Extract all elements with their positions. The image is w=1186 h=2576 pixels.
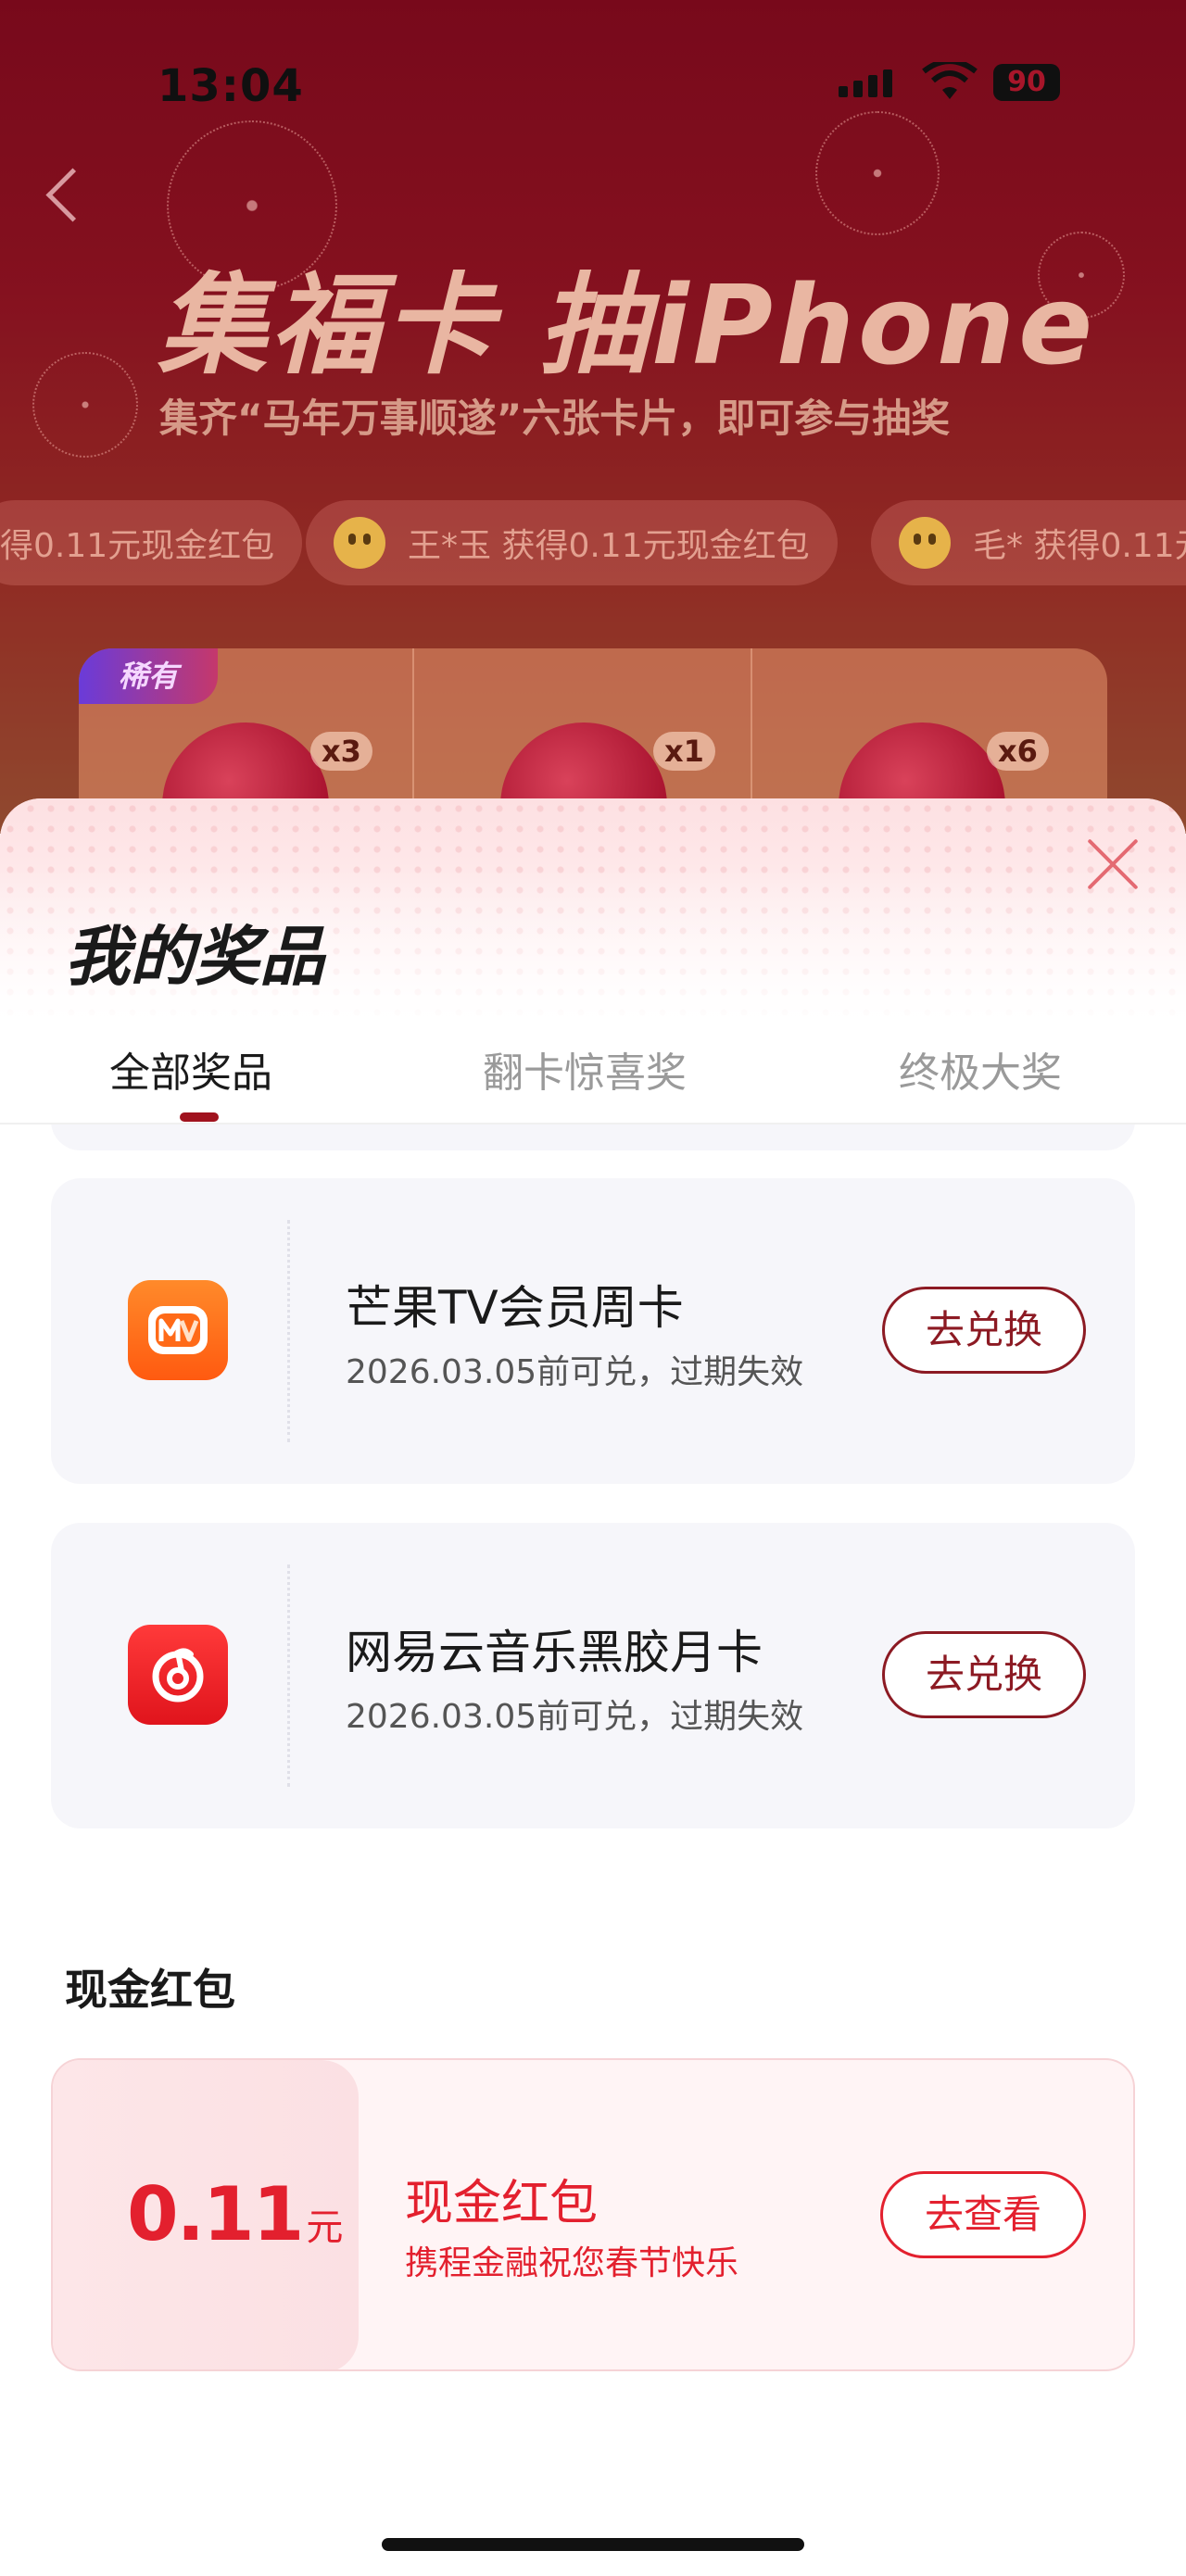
home-indicator[interactable] xyxy=(382,2538,804,2551)
avatar-emoji-icon xyxy=(899,517,951,569)
firework-decoration xyxy=(32,352,138,458)
prize-list[interactable]: 芒果TV会员周卡 2026.03.05前可兑，过期失效 去兑换 网易云音乐黑胶月… xyxy=(0,1123,1186,2576)
hero-subtitle: 集齐“马年万事顺遂”六张卡片，即可参与抽奖 xyxy=(159,396,951,441)
signal-icon xyxy=(839,69,892,97)
status-bar: 13:04 90 xyxy=(0,51,1186,125)
view-button[interactable]: 去查看 xyxy=(880,2171,1086,2258)
card-count: x3 xyxy=(310,732,372,771)
ticker-item: 王*玉 获得0.11元现金红包 xyxy=(306,500,838,585)
status-time: 13:04 xyxy=(158,60,304,112)
prize-name: 网易云音乐黑胶月卡 xyxy=(346,1626,763,1679)
close-icon[interactable] xyxy=(1084,836,1142,893)
campaign-background: 13:04 90 集福卡 抽iPhone 集齐“马年万事顺遂”六张卡片，即可参与… xyxy=(0,0,1186,834)
prize-expiry: 2026.03.05前可兑，过期失效 xyxy=(346,1698,804,1736)
sheet-title: 我的奖品 xyxy=(65,919,324,995)
prize-tabs: 全部奖品 翻卡惊喜奖 终极大奖 xyxy=(0,1021,1186,1125)
card-count: x1 xyxy=(653,732,715,771)
cash-amount: 0.11 元 xyxy=(127,2171,343,2257)
firework-decoration xyxy=(815,111,940,235)
wifi-icon xyxy=(922,62,978,99)
cash-red-packet-card: 0.11 元 现金红包 携程金融祝您春节快乐 去查看 xyxy=(51,2058,1135,2371)
rare-badge: 稀有 xyxy=(79,648,218,704)
avatar-emoji-icon xyxy=(334,517,385,569)
redeem-button[interactable]: 去兑换 xyxy=(882,1287,1086,1374)
prize-card: 网易云音乐黑胶月卡 2026.03.05前可兑，过期失效 去兑换 xyxy=(51,1523,1135,1828)
ticker-item: 毛* 获得0.11元 xyxy=(871,500,1186,585)
prize-expiry: 2026.03.05前可兑，过期失效 xyxy=(346,1353,804,1391)
cash-section-label: 现金红包 xyxy=(65,1965,235,2015)
battery-icon: 90 xyxy=(993,64,1060,101)
ticker-item: 得0.11元现金红包 xyxy=(0,500,303,585)
tab-flip-card-surprise[interactable]: 翻卡惊喜奖 xyxy=(483,1039,687,1099)
netease-music-icon xyxy=(128,1625,228,1725)
prize-card xyxy=(51,1123,1135,1150)
tab-grand-prize[interactable]: 终极大奖 xyxy=(899,1039,1062,1099)
hero-title: 集福卡 抽iPhone xyxy=(158,261,1097,389)
card-count: x6 xyxy=(987,732,1049,771)
winner-ticker: 得0.11元现金红包 王*玉 获得0.11元现金红包 毛* 获得0.11元 xyxy=(0,500,1186,585)
redeem-button[interactable]: 去兑换 xyxy=(882,1631,1086,1718)
prize-card: 芒果TV会员周卡 2026.03.05前可兑，过期失效 去兑换 xyxy=(51,1178,1135,1484)
mango-tv-icon xyxy=(128,1280,228,1380)
cash-title: 现金红包 xyxy=(405,2176,599,2231)
cash-subtitle: 携程金融祝您春节快乐 xyxy=(405,2244,739,2282)
prize-name: 芒果TV会员周卡 xyxy=(346,1281,684,1335)
my-prizes-sheet: 我的奖品 全部奖品 翻卡惊喜奖 终极大奖 芒果TV会员周卡 2026.03.05… xyxy=(0,798,1186,2576)
active-tab-indicator xyxy=(180,1112,219,1122)
back-chevron-icon[interactable] xyxy=(45,168,100,222)
tab-all-prizes[interactable]: 全部奖品 xyxy=(109,1039,272,1099)
